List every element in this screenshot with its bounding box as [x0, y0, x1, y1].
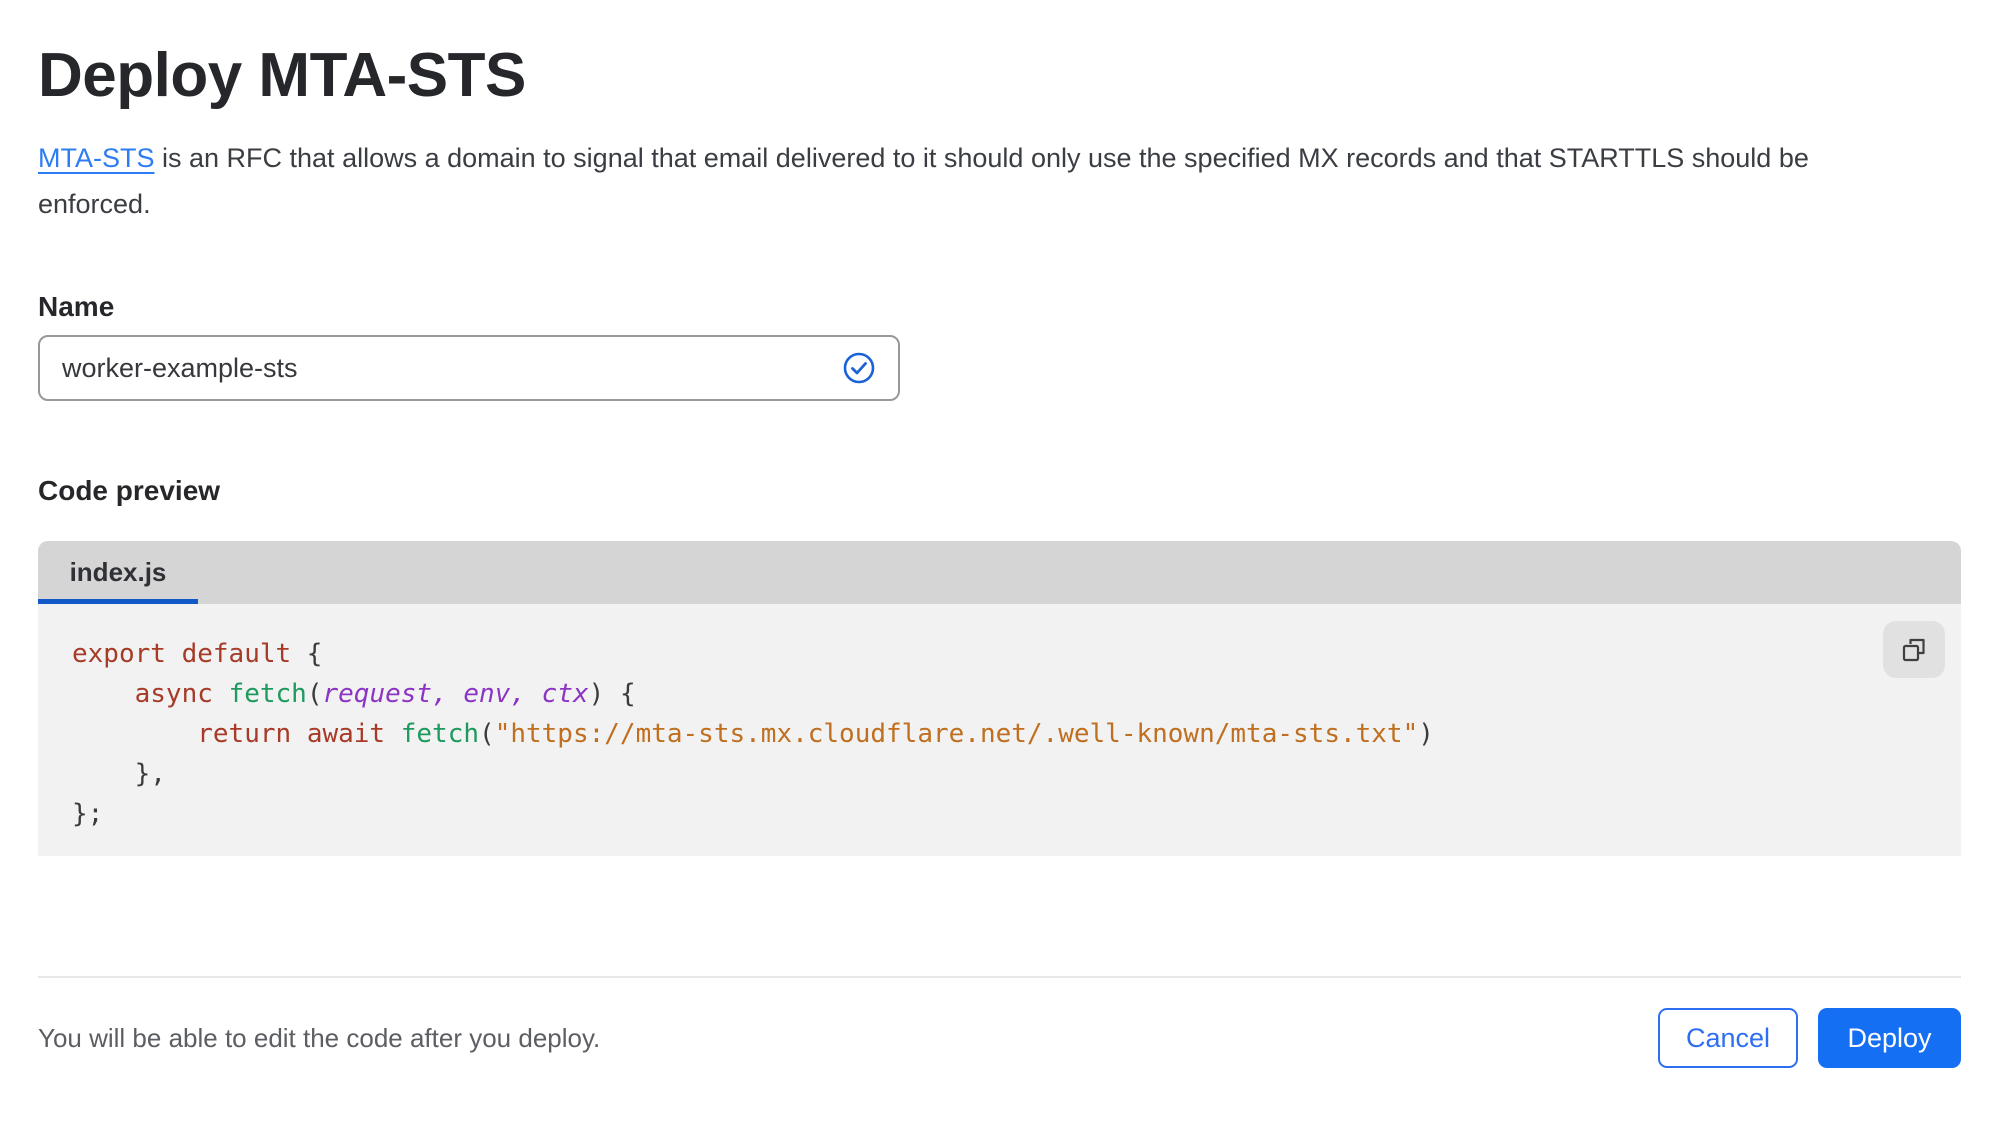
copy-code-button[interactable] [1883, 621, 1945, 679]
code-line: return await fetch("https://mta-sts.mx.c… [197, 719, 1434, 750]
code-tab-bar: index.js [38, 541, 1961, 605]
code-content: export default { async fetch(request, en… [72, 634, 1901, 834]
name-label: Name [38, 291, 115, 323]
name-input[interactable] [62, 352, 842, 384]
code-preview-label: Code preview [38, 475, 221, 507]
footer-bar: You will be able to edit the code after … [38, 1008, 1961, 1069]
page-title: Deploy MTA-STS [38, 41, 526, 110]
code-line: }; [72, 799, 104, 830]
copy-icon [1902, 638, 1925, 661]
tab-index-js[interactable]: index.js [38, 541, 198, 604]
code-editor-area: export default { async fetch(request, en… [38, 604, 1961, 857]
footer-actions: Cancel Deploy [1658, 1008, 1961, 1069]
check-circle-icon [843, 352, 875, 384]
cancel-button[interactable]: Cancel [1658, 1008, 1798, 1069]
code-preview-panel: index.js export default { async fetch(re… [38, 541, 1961, 857]
tab-label: index.js [69, 557, 167, 588]
footer-divider [38, 976, 1961, 979]
code-line: async fetch(request, env, ctx) { [134, 679, 636, 710]
description-body: is an RFC that allows a domain to signal… [38, 143, 1809, 220]
mta-sts-link[interactable]: MTA-STS [38, 143, 155, 173]
code-line: export default { [72, 639, 323, 670]
description-text: MTA-STS is an RFC that allows a domain t… [38, 135, 1848, 227]
code-line: }, [72, 759, 166, 790]
footer-note: You will be able to edit the code after … [38, 1022, 601, 1053]
deploy-button[interactable]: Deploy [1818, 1008, 1961, 1069]
deploy-mta-sts-page: Deploy MTA-STS MTA-STS is an RFC that al… [0, 0, 1999, 1069]
name-input-container [38, 335, 900, 402]
